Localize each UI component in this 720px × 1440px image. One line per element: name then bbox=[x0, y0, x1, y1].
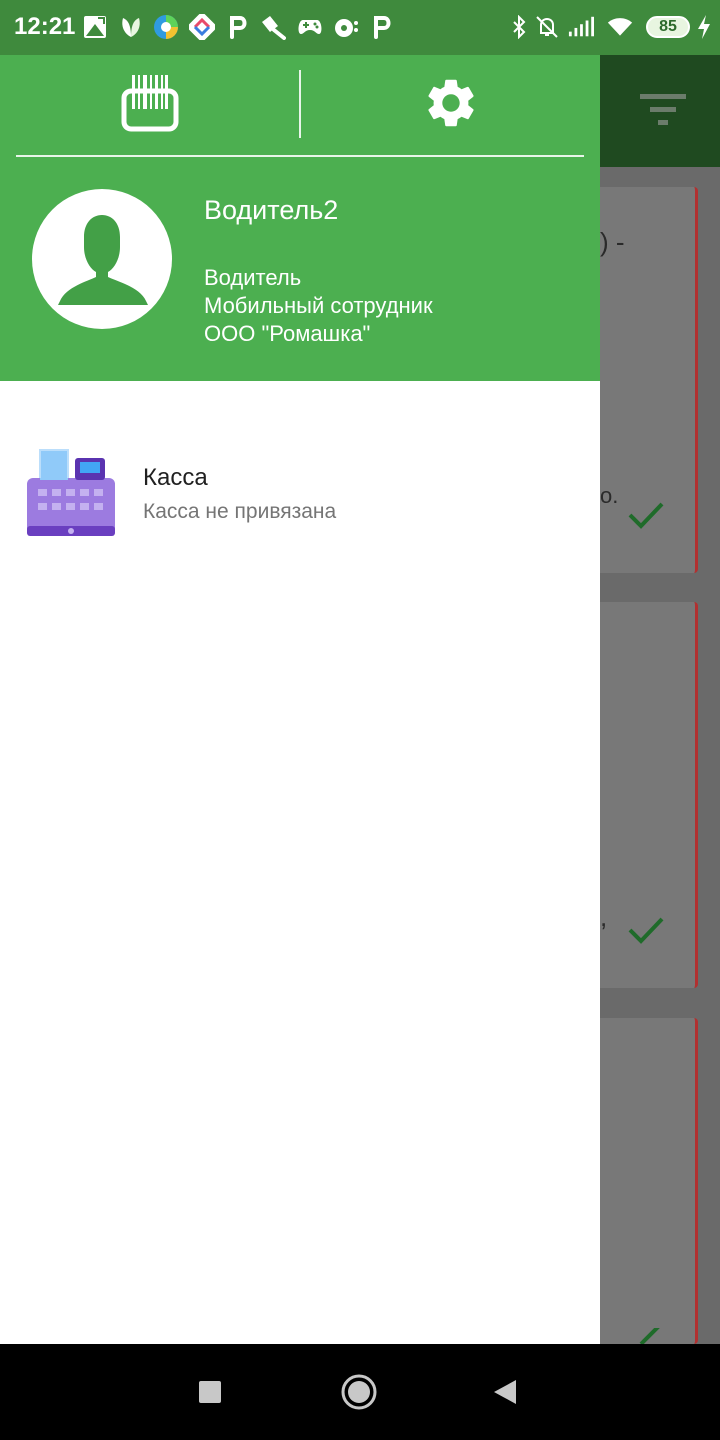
system-navigation-bar bbox=[0, 1344, 720, 1440]
background-card: ) - о. bbox=[600, 187, 698, 573]
user-role: Водитель bbox=[204, 265, 302, 290]
header-vertical-divider bbox=[299, 70, 301, 138]
battery-level: 85 bbox=[659, 18, 677, 35]
charging-icon bbox=[694, 14, 714, 40]
battery-indicator: 85 bbox=[646, 16, 690, 38]
background-card bbox=[600, 1018, 698, 1346]
wifi-icon bbox=[607, 14, 633, 40]
checkmark-icon bbox=[626, 914, 666, 951]
p-app-icon bbox=[370, 14, 396, 40]
user-name: Водитель2 bbox=[204, 195, 339, 225]
user-position: Мобильный сотрудник bbox=[204, 293, 433, 318]
cash-register-icon bbox=[26, 448, 116, 543]
media-icon bbox=[333, 14, 359, 40]
status-time: 12:21 bbox=[14, 13, 76, 40]
filter-icon[interactable] bbox=[638, 92, 688, 133]
leaf-icon bbox=[118, 14, 144, 40]
user-silhouette-icon bbox=[32, 215, 172, 329]
header-horizontal-divider bbox=[16, 155, 584, 157]
gallery-icon bbox=[82, 14, 108, 40]
bluetooth-icon bbox=[506, 14, 532, 40]
user-company: ООО "Ромашка" bbox=[204, 321, 371, 346]
drawer-header: Водитель2 Водитель Мобильный сотрудник О… bbox=[0, 55, 600, 381]
barcode-scanner-button[interactable] bbox=[105, 69, 195, 141]
settings-gear-icon bbox=[422, 74, 480, 137]
navigation-drawer: Водитель2 Водитель Мобильный сотрудник О… bbox=[0, 55, 600, 1344]
avatar[interactable] bbox=[32, 189, 172, 329]
menu-item-title: Касса bbox=[143, 464, 208, 491]
background-text: о. bbox=[600, 483, 619, 508]
background-text: ) - bbox=[600, 227, 625, 257]
back-triangle-icon[interactable] bbox=[492, 1378, 518, 1411]
recents-square-icon[interactable] bbox=[198, 1380, 222, 1409]
status-bar: 12:21 85 bbox=[0, 0, 720, 55]
gamepad-icon bbox=[297, 14, 323, 40]
edge-browser-icon bbox=[153, 14, 179, 40]
p-app-icon bbox=[226, 14, 252, 40]
menu-item-subtitle: Касса не привязана bbox=[143, 500, 337, 523]
maps-icon bbox=[189, 14, 215, 40]
settings-button[interactable] bbox=[406, 69, 496, 141]
menu-item-cash-register[interactable]: Касса Касса не привязана bbox=[0, 440, 600, 550]
brush-icon bbox=[260, 14, 286, 40]
barcode-scanner-icon bbox=[120, 73, 180, 138]
checkmark-icon bbox=[626, 499, 666, 536]
background-card: , bbox=[600, 602, 698, 988]
home-circle-icon[interactable] bbox=[341, 1374, 377, 1415]
signal-icon bbox=[568, 14, 594, 40]
silent-icon bbox=[534, 14, 560, 40]
background-text: , bbox=[600, 902, 608, 932]
